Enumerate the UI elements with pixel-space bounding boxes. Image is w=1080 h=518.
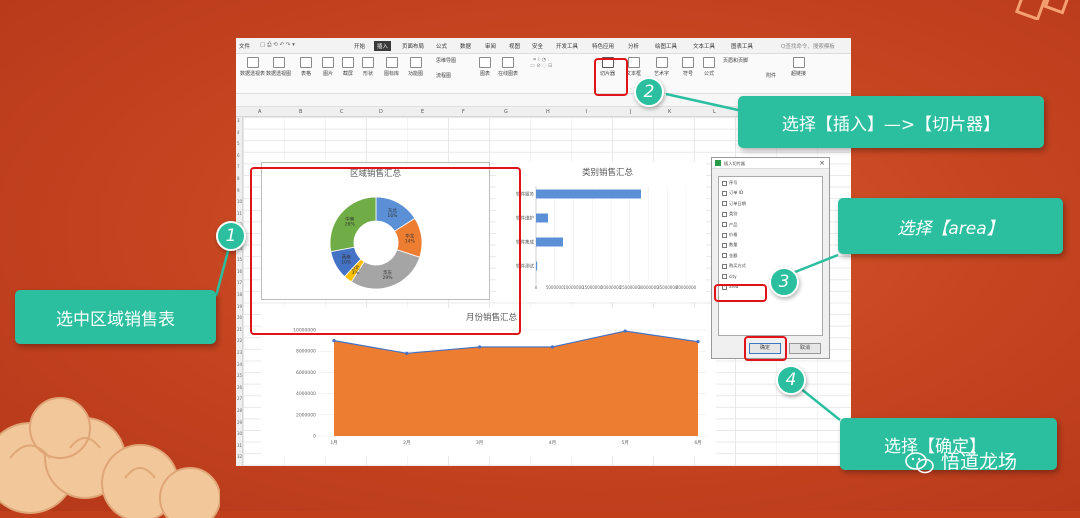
wechat-icon: [905, 451, 934, 473]
step-number-1: 1: [216, 221, 246, 251]
callout-step3: 选择【area】: [838, 198, 1063, 254]
step-number-3: 3: [769, 267, 799, 297]
brand-watermark: 悟道龙场: [905, 447, 1017, 474]
brand-name: 悟道龙场: [941, 451, 1018, 473]
callout-step2: 选择【插入】—>【切片器】: [738, 96, 1044, 148]
step-number-4: 4: [776, 365, 806, 395]
callout-step1: 选中区域销售表: [15, 290, 216, 344]
step-number-2: 2: [634, 77, 664, 107]
